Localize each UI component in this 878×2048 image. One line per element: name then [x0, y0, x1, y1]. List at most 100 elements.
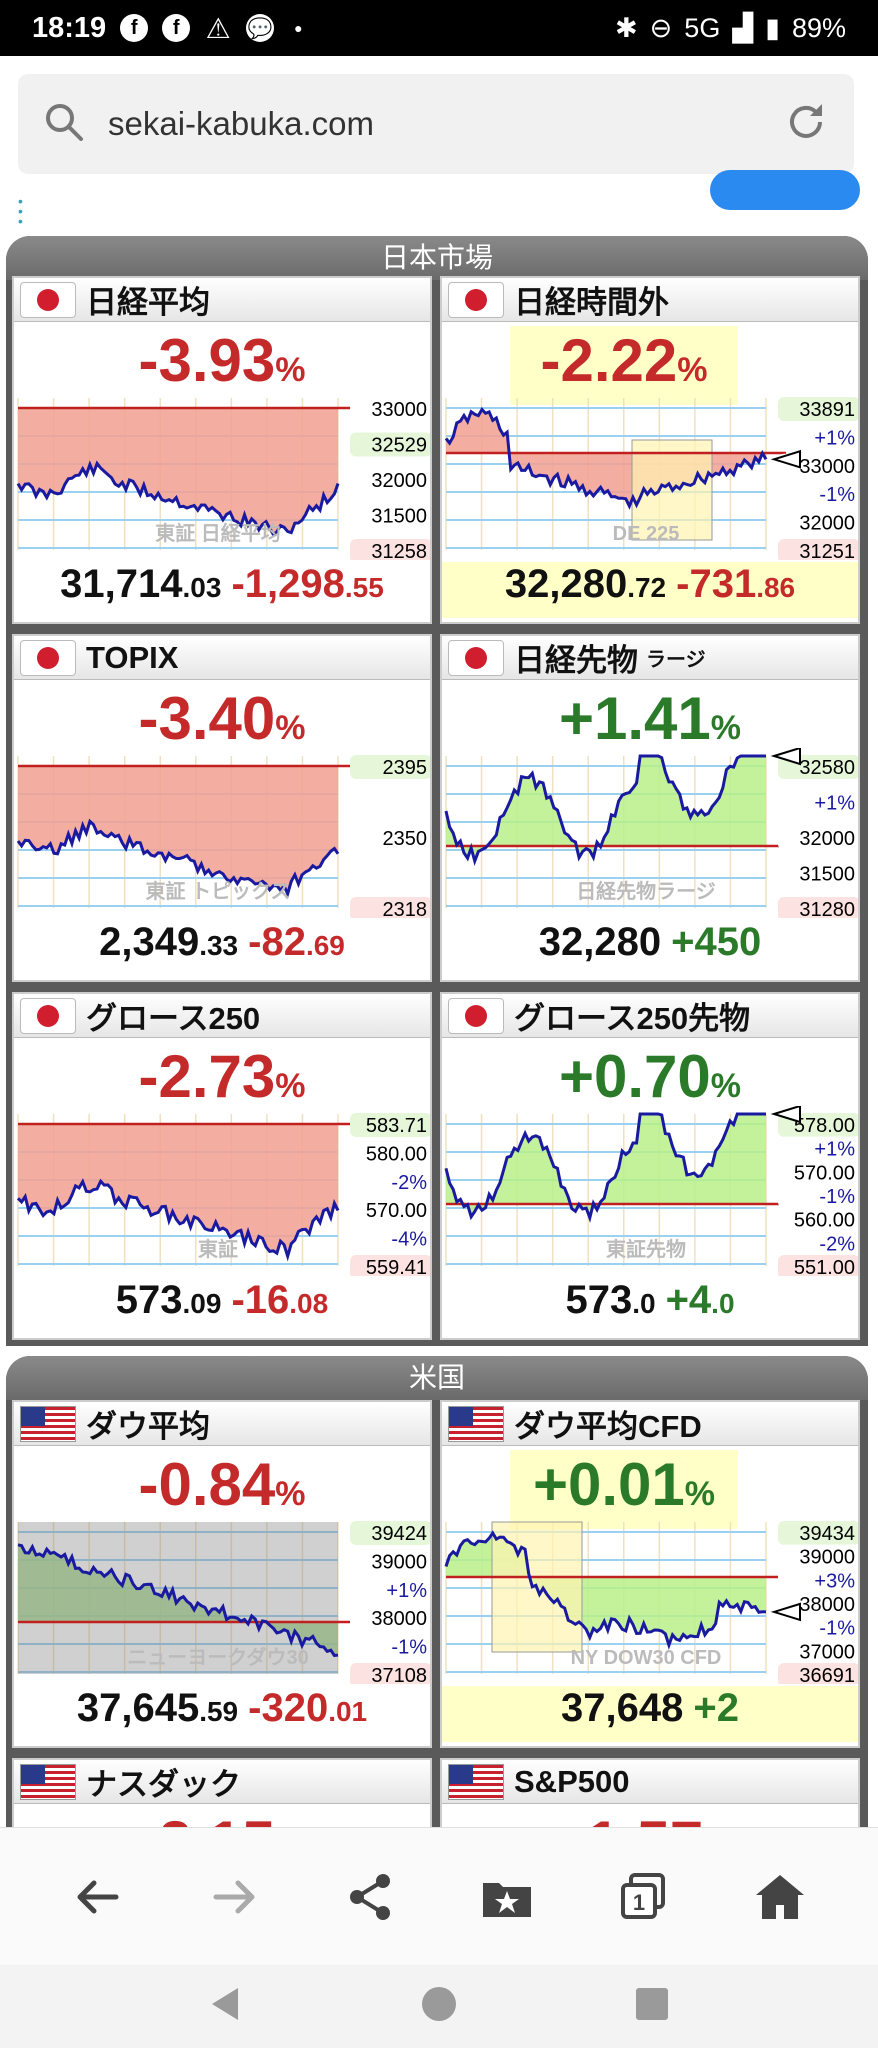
us-flag-icon: [448, 1405, 504, 1442]
price-chart: DE 225 33891 +1% 33000 -1% 32000 31251: [444, 397, 858, 560]
label-text: +1%: [814, 427, 855, 449]
card-header: TOPIX: [14, 636, 430, 680]
chart-price-label: 559.41: [350, 1255, 430, 1276]
percent-unit: %: [677, 351, 708, 389]
reload-icon[interactable]: [782, 98, 830, 151]
chart-price-label: 583.71: [350, 1113, 430, 1137]
japan-flag-icon: [448, 281, 504, 318]
nav-recents-icon[interactable]: [632, 1984, 672, 2029]
market-name: 日経平均: [86, 285, 210, 320]
section-title: 日本市場: [6, 236, 868, 280]
url-text[interactable]: sekai-kabuka.com: [108, 105, 374, 143]
share-icon[interactable]: [331, 1857, 411, 1937]
chart-price-label: +3%: [778, 1568, 858, 1592]
price-integer: 32,280: [504, 562, 628, 606]
change-integer: -16: [231, 1278, 290, 1322]
label-text: 2318: [383, 899, 428, 918]
label-text: +3%: [814, 1570, 855, 1592]
us-flag-icon: [20, 1763, 76, 1800]
price-chart: 東証先物 578.00+1%570.00-1%560.00-2% 551.00: [444, 1106, 858, 1276]
chart-price-label: 32529: [350, 432, 430, 457]
chart-price-label: +1%: [778, 1136, 858, 1161]
nav-home-icon[interactable]: [419, 1984, 459, 2029]
percent-unit: %: [710, 709, 742, 747]
percent-value: -3.93: [138, 327, 276, 394]
change-integer: -1,298: [231, 562, 345, 606]
chart-price-label: 31251: [778, 539, 858, 560]
market-name: ナスダック: [86, 1767, 241, 1802]
ad-menu-icon[interactable]: • • •: [18, 194, 24, 228]
chart-price-label: 570.00: [350, 1198, 430, 1222]
chart-price-label: 2318: [350, 897, 430, 918]
market-card-nikkei-futures[interactable]: 日経先物 ラージ +1.41% 日経先物ラージ 32580 +1% 32000 31500 31…: [440, 634, 860, 982]
label-text: 36691: [799, 1665, 855, 1684]
label-text: 560.00: [794, 1210, 855, 1232]
percent-change: -2.15%: [14, 1808, 430, 1827]
price-decimal: .59: [199, 1696, 239, 1727]
ad-button[interactable]: [710, 170, 860, 210]
chart-price-label: 580.00: [350, 1141, 430, 1165]
bluetooth-icon: ✱: [615, 12, 638, 43]
market-card-nasdaq[interactable]: ナスダック -2.15%: [12, 1758, 432, 1827]
home-icon[interactable]: [740, 1857, 820, 1937]
label-text: 580.00: [366, 1143, 427, 1165]
market-card-nikkei-after-hours[interactable]: 日経時間外 -2.22% DE 225 33891 +1% 33000 -1% 32000 31…: [440, 276, 860, 624]
forward-arrow-icon[interactable]: [194, 1857, 274, 1937]
market-subname: ラージ: [646, 649, 706, 671]
label-text: 38000: [371, 1608, 427, 1630]
label-text: 31251: [799, 541, 855, 560]
chart-price-label: 32000: [778, 826, 858, 850]
price-row: 573.0 +4.0: [442, 1278, 858, 1334]
label-text: 32000: [799, 828, 855, 850]
chart-fill-area: [446, 1114, 766, 1218]
card-header: ダウ平均CFD: [442, 1402, 858, 1446]
chart-price-label: 39000: [350, 1549, 430, 1573]
bookmark-star-icon[interactable]: [467, 1857, 547, 1937]
chart-price-label: 551.00: [778, 1255, 858, 1276]
status-bar: 18:19 f f ⚠ 💬 ● ✱ ⊖ 5G ▟ ▮ 89%: [0, 0, 878, 56]
label-text: 31258: [371, 541, 427, 560]
label-text: 38000: [799, 1594, 855, 1616]
chart-watermark: 日経先物ラージ: [576, 879, 716, 903]
change-decimal: .55: [344, 572, 384, 603]
chart-price-label: +1%: [350, 1577, 430, 1602]
us-flag-icon: [20, 1405, 76, 1442]
label-text: 39000: [371, 1551, 427, 1573]
chart-watermark: 東証先物: [606, 1237, 686, 1261]
market-name: 日経時間外: [514, 285, 669, 320]
japan-flag-icon: [448, 639, 504, 676]
percent-unit: %: [710, 1067, 742, 1105]
japan-flag-icon: [448, 997, 504, 1034]
market-card-nikkei225[interactable]: 日経平均 -3.93% 東証 日経平均 33000 32529 32000 31500 312…: [12, 276, 432, 624]
market-name: TOPIX: [86, 639, 179, 675]
chart-watermark: 東証 トピックス: [146, 879, 291, 903]
back-arrow-icon[interactable]: [58, 1857, 138, 1937]
chart-watermark: DE 225: [613, 523, 680, 545]
label-text: 32000: [799, 513, 855, 535]
chart-watermark: NY DOW30 CFD: [571, 1647, 722, 1669]
label-text: -1%: [819, 1618, 855, 1640]
market-card-topix[interactable]: TOPIX -3.40% 東証 トピックス 2395 2350 2318 2,349.33-…: [12, 634, 432, 982]
market-card-sp500[interactable]: S&P500 -1.57%: [440, 1758, 860, 1827]
price-row: 573.09 -16.08: [14, 1278, 430, 1334]
address-bar[interactable]: sekai-kabuka.com: [18, 74, 854, 174]
price-integer: 573: [115, 1278, 183, 1322]
card-header: ナスダック: [14, 1760, 430, 1804]
nav-back-icon[interactable]: [206, 1984, 246, 2029]
label-text: 33891: [799, 399, 855, 421]
change-integer: +450: [671, 920, 762, 964]
market-card-dow-cfd[interactable]: ダウ平均CFD +0.01% NY DOW30 CFD 39434 39000 +3% 38…: [440, 1400, 860, 1748]
change-integer: -320: [248, 1686, 329, 1730]
market-card-dow[interactable]: ダウ平均 -0.84% ニューヨークダウ30 39424 39000 +1% 38000 -1…: [12, 1400, 432, 1748]
market-card-growth250[interactable]: グロース250 -2.73% 東証 583.71 580.00 -2% 570.00 -4% 5…: [12, 992, 432, 1340]
chart-price-label: 31500: [778, 861, 858, 886]
label-text: 32580: [799, 757, 855, 779]
label-text: -1%: [819, 484, 855, 506]
market-card-growth250-futures[interactable]: グロース250先物 +0.70% 東証先物 578.00 +1% 570.00 -1% 560…: [440, 992, 860, 1340]
tabs-icon[interactable]: 1: [603, 1857, 683, 1937]
chart-price-label: -1%: [778, 482, 858, 506]
chart-price-label: 570.00: [778, 1160, 858, 1184]
price-chart: 東証 583.71 580.00 -2% 570.00 -4% 559.41: [16, 1113, 430, 1276]
label-text: 559.41: [366, 1257, 427, 1276]
percent-unit: %: [275, 709, 306, 747]
